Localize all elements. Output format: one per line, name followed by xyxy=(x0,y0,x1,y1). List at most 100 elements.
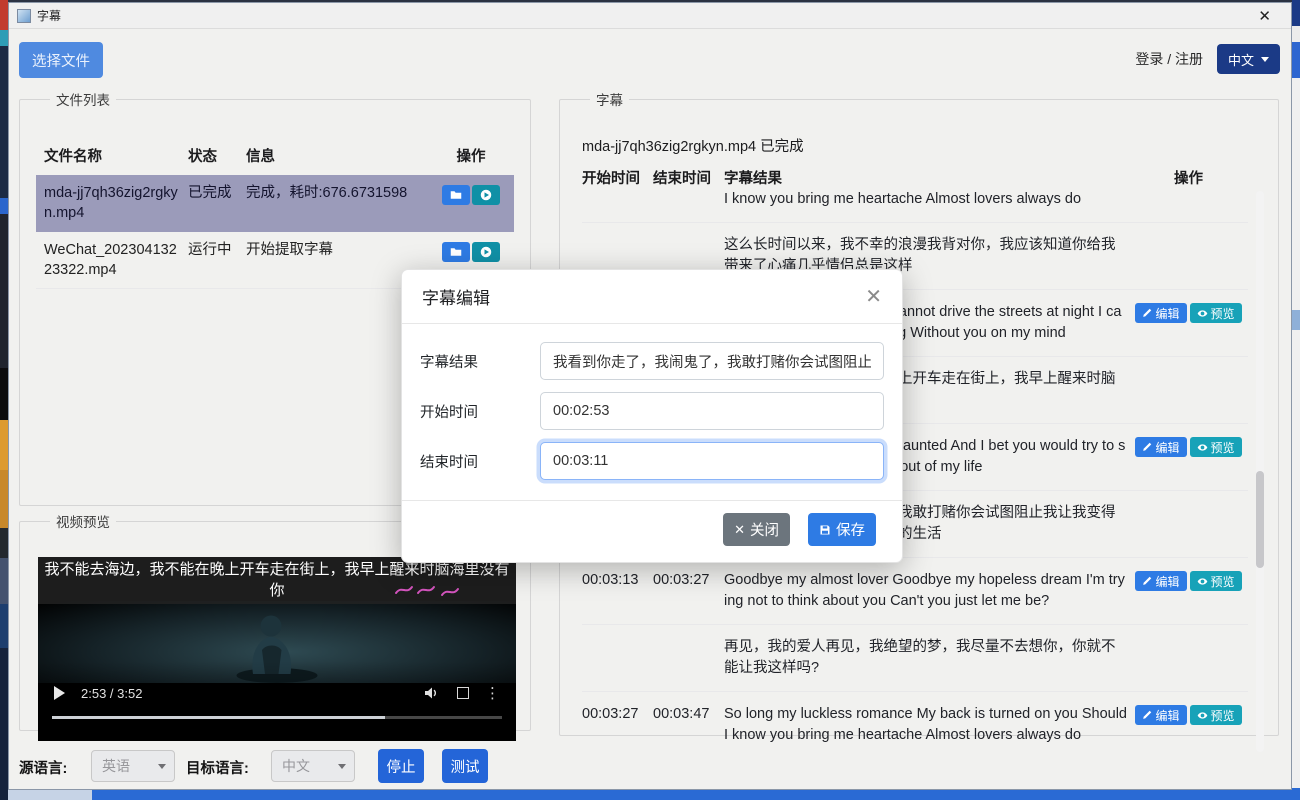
target-language-value: 中文 xyxy=(282,756,310,776)
dialog-close-icon[interactable]: ✕ xyxy=(865,287,882,307)
dialog-save-button[interactable]: 保存 xyxy=(808,513,876,546)
row-actions: 编辑 预览 xyxy=(1129,704,1248,746)
play-icon[interactable] xyxy=(54,686,65,700)
choose-file-button[interactable]: 选择文件 xyxy=(19,42,103,78)
end-time-label: 结束时间 xyxy=(420,451,540,472)
edit-button-label: 编辑 xyxy=(1155,707,1179,724)
scrollbar-thumb[interactable] xyxy=(1256,471,1264,568)
video-seek-bar[interactable] xyxy=(52,716,502,719)
subtitle-row: 00:03:27 00:03:47 So long my luckless ro… xyxy=(582,692,1248,752)
test-button[interactable]: 测试 xyxy=(442,749,488,783)
preview-button[interactable]: 预览 xyxy=(1190,705,1242,725)
dialog-save-button-label: 保存 xyxy=(836,519,865,540)
preview-button-label: 预览 xyxy=(1211,573,1235,590)
folder-icon xyxy=(450,246,462,258)
dialog-header: 字幕编辑 ✕ xyxy=(402,270,902,324)
subtitle-result-input[interactable] xyxy=(540,342,884,380)
subtitle-result-label: 字幕结果 xyxy=(420,351,540,372)
subtitle-text-cell: 再见，我的爱人再见，我绝望的梦，我尽量不去想你，你就不能让我这样吗? xyxy=(724,637,1129,679)
dialog-body: 字幕结果 开始时间 结束时间 xyxy=(402,324,902,500)
header-actions: 操作 xyxy=(428,145,514,166)
subtitle-file-status: mda-jj7qh36zig2rgkyn.mp4 已完成 xyxy=(582,135,804,156)
file-name-cell: WeChat_20230413223322.mp4 xyxy=(44,240,188,280)
video-player[interactable]: 我不能去海边，我不能在晚上开车走在街上，我早上醒来时脑海里没有你 2:53 / … xyxy=(38,557,516,741)
dialog-close-button[interactable]: ✕ 关闭 xyxy=(723,513,790,546)
subtitle-start-cell xyxy=(582,189,653,210)
header-status: 状态 xyxy=(188,145,246,166)
pencil-icon xyxy=(1142,576,1152,586)
eye-icon xyxy=(1197,308,1208,319)
fullscreen-icon[interactable] xyxy=(457,687,469,699)
source-language-label: 源语言: xyxy=(19,757,67,778)
more-options-icon[interactable]: ⋮ xyxy=(485,684,500,702)
row-actions xyxy=(1129,369,1248,411)
volume-icon[interactable] xyxy=(423,685,439,701)
eye-icon xyxy=(1197,576,1208,587)
subtitle-start-cell xyxy=(582,637,653,679)
titlebar: 字幕 ✕ xyxy=(9,3,1291,29)
eye-icon xyxy=(1197,710,1208,721)
header-subtitle-text: 字幕结果 xyxy=(724,167,1129,188)
subtitle-legend: 字幕 xyxy=(590,89,629,109)
start-time-input[interactable] xyxy=(540,392,884,430)
file-name-cell: mda-jj7qh36zig2rgkyn.mp4 xyxy=(44,183,188,223)
video-time-display: 2:53 / 3:52 xyxy=(81,686,142,701)
play-video-button[interactable] xyxy=(472,242,500,262)
window-close-button[interactable]: ✕ xyxy=(1246,7,1283,25)
file-row[interactable]: mda-jj7qh36zig2rgkyn.mp4 已完成 完成，耗时:676.6… xyxy=(36,175,514,232)
subtitle-end-cell xyxy=(653,189,724,210)
caret-down-icon xyxy=(338,764,346,769)
file-status-cell: 已完成 xyxy=(188,183,246,223)
desktop-edge-left xyxy=(0,0,8,800)
open-folder-button[interactable] xyxy=(442,242,470,262)
edit-button[interactable]: 编辑 xyxy=(1135,437,1186,457)
form-row: 结束时间 xyxy=(420,442,884,480)
header-start-time: 开始时间 xyxy=(582,167,653,188)
row-actions xyxy=(1129,503,1248,545)
file-table-header: 文件名称 状态 信息 操作 xyxy=(36,145,514,166)
end-time-input[interactable] xyxy=(540,442,884,480)
row-actions xyxy=(1129,235,1248,277)
edit-button-label: 编辑 xyxy=(1155,573,1179,590)
language-dropdown-button[interactable]: 中文 xyxy=(1217,44,1280,74)
subtitle-end-cell: 00:03:27 xyxy=(653,570,724,612)
header-file-name: 文件名称 xyxy=(44,145,188,166)
subtitle-text-cell: So long my luckless romance My back is t… xyxy=(724,189,1129,210)
subtitle-end-cell xyxy=(653,637,724,679)
row-actions: 编辑 预览 xyxy=(1129,302,1248,344)
source-language-value: 英语 xyxy=(102,756,130,776)
dialog-close-button-label: 关闭 xyxy=(750,519,779,540)
subtitle-start-cell: 00:03:13 xyxy=(582,570,653,612)
form-row: 字幕结果 xyxy=(420,342,884,380)
preview-button[interactable]: 预览 xyxy=(1190,303,1242,323)
dialog-footer: ✕ 关闭 保存 xyxy=(402,500,902,562)
subtitle-text-cell: So long my luckless romance My back is t… xyxy=(724,704,1129,746)
subtitle-end-cell: 00:03:47 xyxy=(653,704,724,746)
language-dropdown-label: 中文 xyxy=(1228,50,1254,69)
play-circle-icon xyxy=(480,246,492,258)
caret-down-icon xyxy=(1261,57,1269,62)
folder-icon xyxy=(450,189,462,201)
preview-button-label: 预览 xyxy=(1211,439,1235,456)
play-video-button[interactable] xyxy=(472,185,500,205)
header-actions: 操作 xyxy=(1129,167,1248,188)
scrollbar[interactable] xyxy=(1256,191,1264,752)
preview-button[interactable]: 预览 xyxy=(1190,437,1242,457)
target-language-select[interactable]: 中文 xyxy=(271,750,355,782)
preview-button-label: 预览 xyxy=(1211,707,1235,724)
pencil-icon xyxy=(1142,308,1152,318)
source-language-select[interactable]: 英语 xyxy=(91,750,175,782)
edit-button[interactable]: 编辑 xyxy=(1135,705,1186,725)
edit-button[interactable]: 编辑 xyxy=(1135,571,1186,591)
pencil-icon xyxy=(1142,442,1152,452)
row-actions xyxy=(1129,637,1248,679)
pencil-icon xyxy=(1142,710,1152,720)
preview-button[interactable]: 预览 xyxy=(1190,571,1242,591)
header-info: 信息 xyxy=(246,145,428,166)
open-folder-button[interactable] xyxy=(442,185,470,205)
login-register-link[interactable]: 登录 / 注册 xyxy=(1135,49,1203,69)
taskbar-strip xyxy=(0,790,1300,800)
subtitle-table-header: 开始时间 结束时间 字幕结果 操作 xyxy=(582,167,1248,188)
edit-button[interactable]: 编辑 xyxy=(1135,303,1186,323)
stop-button[interactable]: 停止 xyxy=(378,749,424,783)
